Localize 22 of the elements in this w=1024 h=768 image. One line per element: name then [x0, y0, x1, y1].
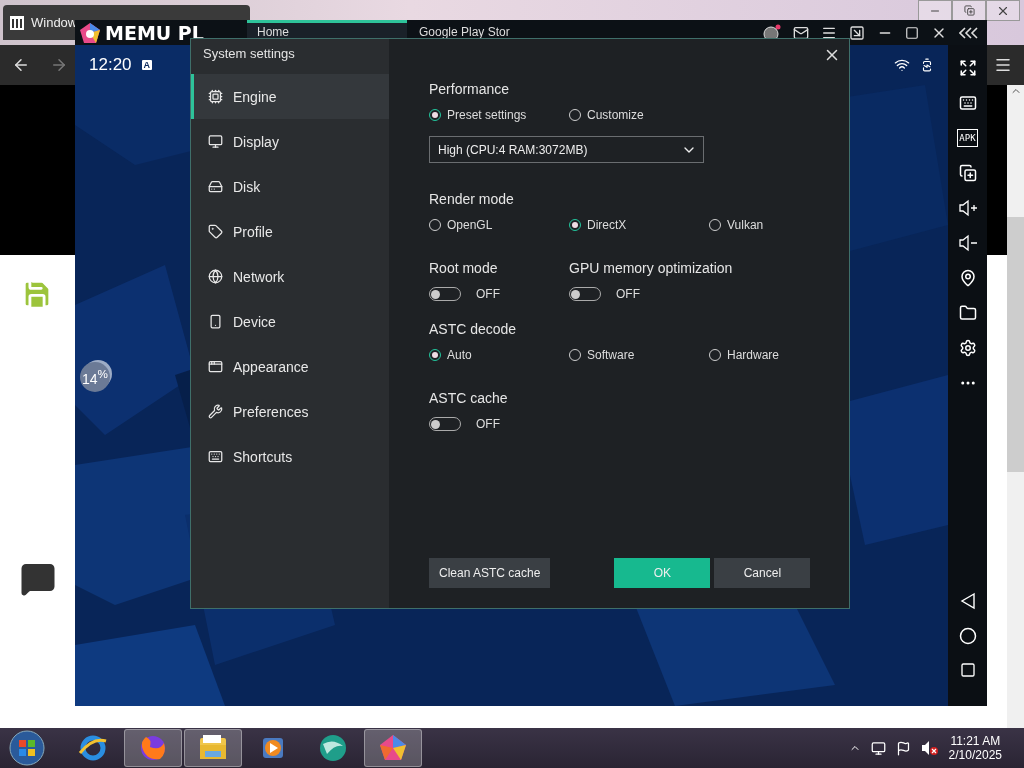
clock-date: 2/10/2025 [948, 748, 1002, 762]
toggle-state: OFF [476, 287, 500, 301]
option-label: Auto [447, 348, 472, 362]
toggle-state: OFF [476, 417, 500, 431]
option-label: Customize [587, 108, 644, 122]
option-label: Preset settings [447, 108, 527, 122]
section-label: Root mode [429, 260, 499, 276]
option-label: Software [587, 348, 635, 362]
toggle-state: OFF [616, 287, 640, 301]
option-label: OpenGL [447, 218, 493, 232]
option-label: Hardware [727, 348, 780, 362]
notification-badge: A [141, 60, 153, 70]
option-label: Vulkan [727, 218, 764, 232]
section-label: GPU memory optimization [569, 260, 734, 276]
section-label: Render mode [429, 191, 515, 207]
option-label: DirectX [587, 218, 627, 232]
status-time: 12:20 [89, 55, 132, 75]
section-label: Performance [429, 81, 511, 97]
clock-time: 11:21 AM [950, 734, 1001, 748]
section-label: ASTC cache [429, 390, 509, 406]
section-label: ASTC decode [429, 321, 518, 337]
dialog-title: System settings [202, 45, 296, 63]
